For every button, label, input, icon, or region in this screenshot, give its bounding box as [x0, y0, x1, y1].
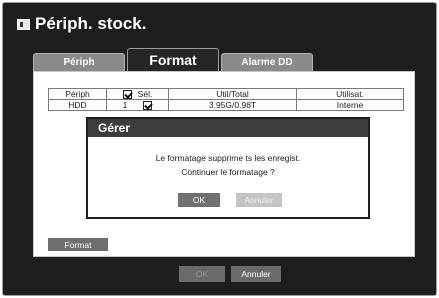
dialog-message-line2: Continuer le formatage ?	[181, 167, 275, 177]
footer-cancel-button[interactable]: Annuler	[231, 266, 281, 282]
tab-peripheral[interactable]: Périph	[33, 53, 125, 71]
table-header-row: Périph Sél. Util/Total Utilisat.	[48, 88, 404, 100]
column-header-usage: Utilisat.	[296, 88, 404, 100]
column-header-device: Périph	[48, 88, 107, 100]
column-header-select: Sél.	[106, 88, 169, 100]
tab-format[interactable]: Format	[127, 48, 219, 71]
dialog-message-line1: Le formatage supprime ts les enregist.	[155, 153, 301, 163]
cell-usage: Interne	[296, 99, 404, 111]
cell-select-number: 1	[122, 100, 128, 110]
device-table: Périph Sél. Util/Total Utilisat. HDD 1 3…	[48, 88, 404, 111]
storage-device-window: Périph. stock. Périph Format Alarme DD P…	[2, 2, 437, 296]
dialog-title: Gérer	[88, 119, 368, 137]
select-all-checkbox[interactable]	[122, 89, 132, 99]
manage-dialog: Gérer Le formatage supprime ts les enreg…	[86, 117, 370, 219]
window-title-text: Périph. stock.	[35, 14, 147, 33]
dialog-cancel-button[interactable]: Annuler	[236, 193, 282, 207]
cell-device: HDD	[48, 99, 107, 111]
column-header-select-label: Sél.	[137, 89, 153, 99]
tab-disk-alarm[interactable]: Alarme DD	[221, 53, 313, 71]
dialog-ok-button[interactable]: OK	[178, 193, 220, 207]
format-button[interactable]: Format	[48, 238, 108, 251]
cell-used-total: 3.95G/0.98T	[168, 99, 297, 111]
storage-device-icon	[17, 18, 30, 30]
row-checkbox[interactable]	[143, 100, 153, 110]
cell-select: 1	[106, 99, 169, 111]
footer-ok-button[interactable]: OK	[179, 266, 225, 282]
window-title: Périph. stock.	[17, 13, 146, 35]
format-panel: Périph Sél. Util/Total Utilisat. HDD 1 3…	[33, 71, 415, 257]
column-header-used-total: Util/Total	[168, 88, 297, 100]
table-row[interactable]: HDD 1 3.95G/0.98T Interne	[48, 99, 404, 111]
